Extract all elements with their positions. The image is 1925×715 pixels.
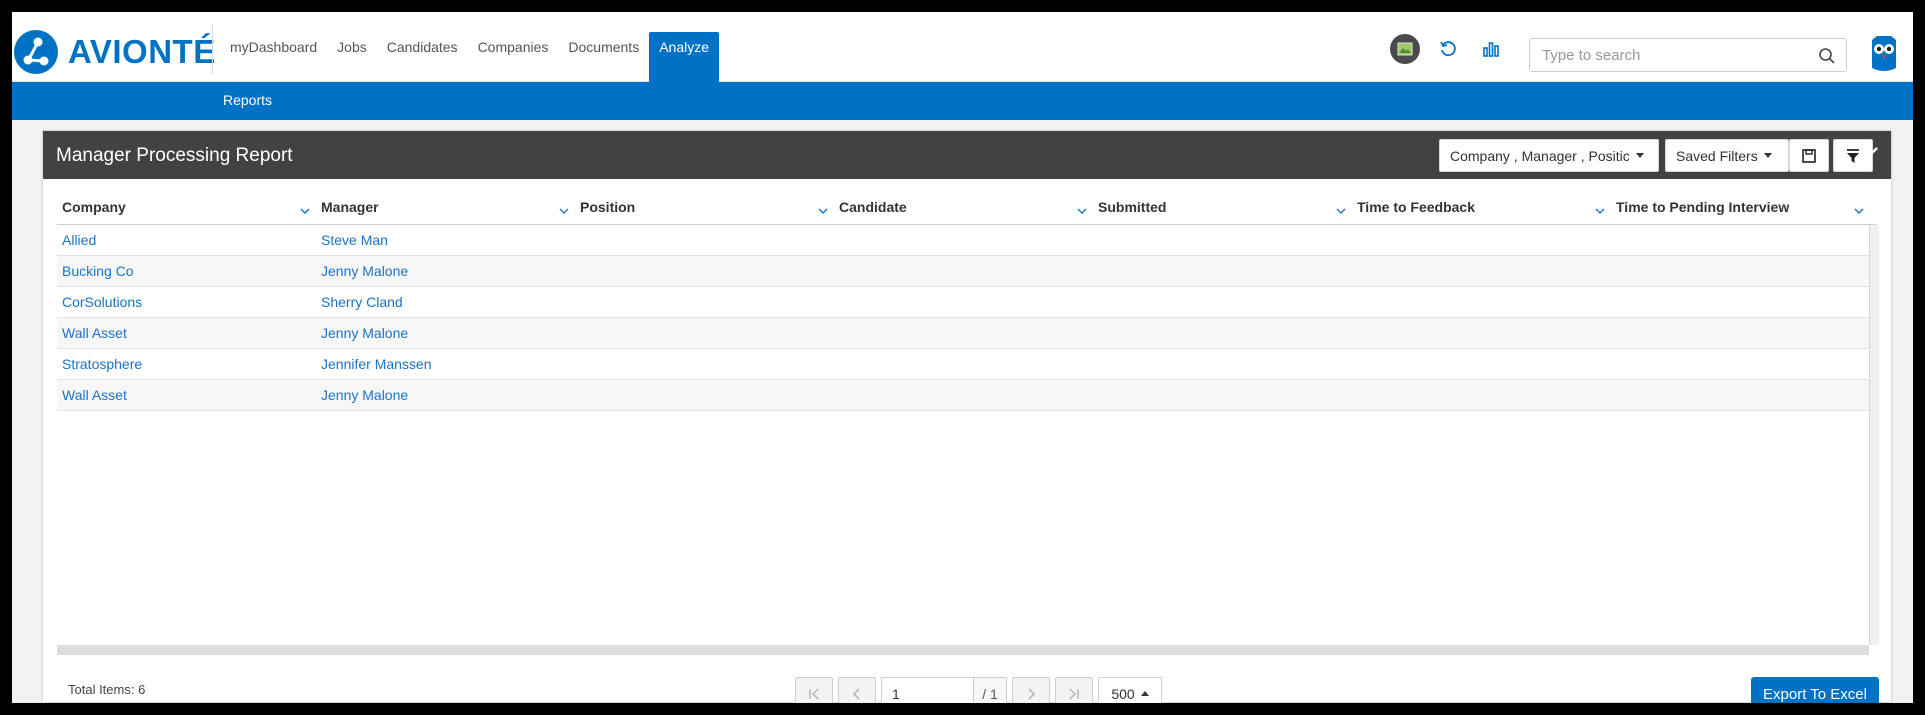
total-items-label: Total Items: 6 [68, 682, 146, 697]
table-row: Bucking Co Jenny Malone [57, 256, 1869, 287]
nav-item-documents[interactable]: Documents [558, 32, 649, 82]
column-menu-chevron-icon[interactable] [1594, 207, 1606, 215]
search-input[interactable] [1530, 39, 1800, 71]
report-grid: Company Manager Position Candidate Submi… [57, 179, 1879, 655]
report-header: Manager Processing Report Company , Mana… [43, 131, 1891, 179]
refresh-icon [1440, 41, 1456, 57]
column-header-time-to-feedback[interactable]: Time to Feedback [1357, 199, 1475, 215]
columns-filter-dropdown[interactable]: Company , Manager , Positic [1439, 139, 1659, 172]
manager-link[interactable]: Jenny Malone [321, 387, 408, 403]
table-row: CorSolutions Sherry Cland [57, 287, 1869, 318]
company-link[interactable]: CorSolutions [62, 294, 142, 310]
owl-mascot-icon[interactable] [1869, 34, 1899, 74]
company-link[interactable]: Wall Asset [62, 325, 127, 341]
nav-item-companies[interactable]: Companies [468, 32, 559, 82]
save-icon [1802, 148, 1816, 163]
chevron-right-icon [1028, 687, 1036, 700]
collapse-chevron-icon[interactable] [1865, 145, 1879, 157]
top-header: AVIONTÉ myDashboard Jobs Candidates Comp… [12, 12, 1913, 82]
chevron-left-icon [852, 687, 860, 700]
caret-down-icon [1635, 153, 1644, 158]
nav-item-mydashboard[interactable]: myDashboard [220, 32, 327, 82]
manager-link[interactable]: Jenny Malone [321, 325, 408, 341]
column-header-candidate[interactable]: Candidate [839, 199, 907, 215]
horizontal-scrollbar[interactable] [57, 645, 1869, 655]
page-size-value: 500 [1111, 685, 1135, 702]
nav-item-analyze[interactable]: Analyze [649, 32, 720, 82]
vertical-scrollbar[interactable] [1869, 225, 1879, 645]
company-link[interactable]: Stratosphere [62, 356, 142, 372]
table-row: Stratosphere Jennifer Manssen [57, 349, 1869, 380]
page-size-dropdown[interactable]: 500 [1098, 677, 1162, 703]
report-panel: Manager Processing Report Company , Mana… [42, 130, 1892, 703]
report-title: Manager Processing Report [56, 145, 293, 166]
nav-item-candidates[interactable]: Candidates [377, 32, 468, 82]
company-link[interactable]: Wall Asset [62, 387, 127, 403]
broken-image-icon [1397, 42, 1413, 56]
manager-link[interactable]: Steve Man [321, 232, 388, 248]
manager-link[interactable]: Sherry Cland [321, 294, 403, 310]
grid-header: Company Manager Position Candidate Submi… [57, 179, 1877, 225]
global-search [1529, 38, 1847, 72]
save-filter-button[interactable] [1789, 139, 1829, 172]
app-window: AVIONTÉ myDashboard Jobs Candidates Comp… [12, 12, 1913, 703]
filter-icon [1847, 148, 1859, 163]
company-link[interactable]: Allied [62, 232, 96, 248]
refresh-button[interactable] [1433, 34, 1463, 64]
user-avatar[interactable] [1390, 34, 1420, 64]
column-header-position[interactable]: Position [580, 199, 635, 215]
company-link[interactable]: Bucking Co [62, 263, 134, 279]
brand-logo[interactable]: AVIONTÉ [14, 30, 216, 74]
first-page-icon [809, 687, 819, 700]
sub-nav: Reports [12, 82, 1913, 120]
column-header-company[interactable]: Company [62, 199, 126, 215]
column-header-submitted[interactable]: Submitted [1098, 199, 1166, 215]
caret-down-icon [1763, 153, 1772, 158]
column-menu-chevron-icon[interactable] [817, 207, 829, 215]
last-page-button[interactable] [1055, 677, 1093, 703]
first-page-button[interactable] [795, 677, 833, 703]
column-menu-chevron-icon[interactable] [1853, 207, 1865, 215]
table-row: Wall Asset Jenny Malone [57, 318, 1869, 349]
avionte-logo-icon [14, 30, 58, 74]
brand-name: AVIONTÉ [68, 33, 216, 70]
last-page-icon [1069, 687, 1079, 700]
columns-filter-label: Company , Manager , Positic [1450, 147, 1630, 164]
next-page-button[interactable] [1012, 677, 1050, 703]
header-tools [1390, 34, 1506, 64]
export-to-excel-button[interactable]: Export To Excel [1751, 677, 1879, 703]
bar-chart-icon [1483, 42, 1499, 57]
previous-page-button[interactable] [838, 677, 876, 703]
saved-filters-label: Saved Filters [1676, 147, 1758, 164]
column-menu-chevron-icon[interactable] [558, 207, 570, 215]
column-menu-chevron-icon[interactable] [1335, 207, 1347, 215]
header-divider [212, 24, 213, 74]
saved-filters-dropdown[interactable]: Saved Filters [1665, 139, 1789, 172]
grid-body: Allied Steve Man Bucking Co Jenny Malone… [57, 225, 1869, 411]
analytics-button[interactable] [1476, 34, 1506, 64]
page-number-input[interactable] [881, 677, 973, 703]
page-count-label: / 1 [973, 677, 1007, 703]
pagination: / 1 500 [795, 677, 1162, 703]
column-header-time-to-pending-interview[interactable]: Time to Pending Interview [1616, 199, 1789, 215]
manager-link[interactable]: Jenny Malone [321, 263, 408, 279]
caret-up-icon [1140, 691, 1149, 696]
column-menu-chevron-icon[interactable] [1076, 207, 1088, 215]
main-nav: myDashboard Jobs Candidates Companies Do… [220, 32, 720, 82]
column-header-manager[interactable]: Manager [321, 199, 379, 215]
table-row: Allied Steve Man [57, 225, 1869, 256]
manager-link[interactable]: Jennifer Manssen [321, 356, 432, 372]
table-row: Wall Asset Jenny Malone [57, 380, 1869, 411]
subnav-item-reports[interactable]: Reports [223, 92, 272, 108]
column-menu-chevron-icon[interactable] [299, 207, 311, 215]
search-icon[interactable] [1818, 47, 1836, 65]
nav-item-jobs[interactable]: Jobs [327, 32, 377, 82]
